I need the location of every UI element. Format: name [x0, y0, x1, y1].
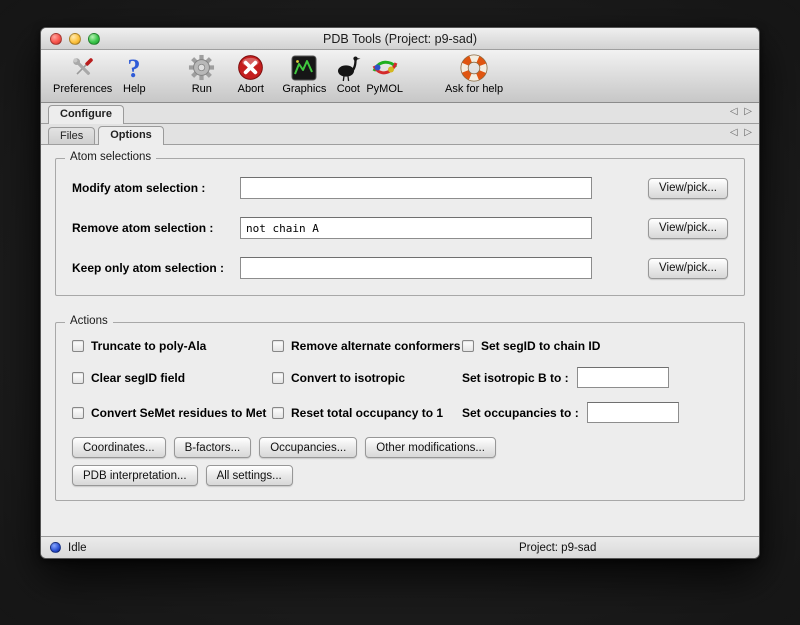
- graphics-label: Graphics: [282, 83, 326, 95]
- tools-icon: [69, 53, 97, 82]
- convert-semet-checkbox-item: Convert SeMet residues to Met: [72, 402, 272, 423]
- ask-for-help-label: Ask for help: [445, 83, 503, 95]
- coot-bird-icon: [334, 53, 362, 82]
- pymol-icon: [371, 53, 399, 82]
- all-settings-button[interactable]: All settings...: [206, 465, 293, 486]
- project-label: Project: p9-sad: [519, 542, 596, 554]
- remove-atom-selection-row: Remove atom selection : View/pick...: [72, 211, 728, 245]
- close-button[interactable]: [50, 33, 62, 45]
- status-bar: Idle Project: p9-sad: [41, 536, 759, 558]
- set-segid-to-chain-id-checkbox-item: Set segID to chain ID: [462, 339, 728, 353]
- svg-text:?: ?: [128, 54, 141, 82]
- abort-label: Abort: [238, 83, 264, 95]
- preferences-button[interactable]: Preferences: [53, 53, 112, 95]
- abort-button[interactable]: Abort: [237, 53, 264, 95]
- other-modifications-button[interactable]: Other modifications...: [365, 437, 496, 458]
- set-occupancies-label: Set occupancies to :: [462, 406, 579, 420]
- truncate-poly-ala-label: Truncate to poly-Ala: [91, 339, 206, 353]
- coot-label: Coot: [337, 83, 360, 95]
- clear-segid-field-checkbox[interactable]: [72, 372, 84, 384]
- toolbar: Preferences ? Help: [41, 50, 759, 103]
- help-icon: ?: [120, 53, 148, 82]
- title-bar: PDB Tools (Project: p9-sad): [41, 28, 759, 50]
- keep-only-atom-selection-label: Keep only atom selection :: [72, 261, 240, 275]
- set-isotropic-b-field-item: Set isotropic B to :: [462, 367, 728, 388]
- occupancies-button[interactable]: Occupancies...: [259, 437, 357, 458]
- convert-to-isotropic-label: Convert to isotropic: [291, 371, 405, 385]
- pdb-interpretation-button[interactable]: PDB interpretation...: [72, 465, 198, 486]
- set-isotropic-b-label: Set isotropic B to :: [462, 371, 569, 385]
- files-options-tab-bar: Files Options ◁ ▷: [41, 124, 759, 145]
- window-title: PDB Tools (Project: p9-sad): [323, 32, 477, 46]
- reset-total-occupancy-checkbox-item: Reset total occupancy to 1: [272, 402, 462, 423]
- help-button[interactable]: ? Help: [120, 53, 148, 95]
- actions-grid: Truncate to poly-Ala Remove alternate co…: [72, 339, 728, 423]
- tab-files[interactable]: Files: [48, 127, 95, 144]
- set-occupancies-input[interactable]: [587, 402, 679, 423]
- modify-atom-selection-row: Modify atom selection : View/pick...: [72, 171, 728, 205]
- set-isotropic-b-input[interactable]: [577, 367, 669, 388]
- configure-tab-bar: Configure ◁ ▷: [41, 103, 759, 124]
- clear-segid-field-checkbox-item: Clear segID field: [72, 367, 272, 388]
- run-label: Run: [192, 83, 212, 95]
- keep-only-atom-selection-row: Keep only atom selection : View/pick...: [72, 251, 728, 285]
- reset-total-occupancy-label: Reset total occupancy to 1: [291, 406, 443, 420]
- b-factors-button[interactable]: B-factors...: [174, 437, 252, 458]
- actions-group: Actions Truncate to poly-Ala Remove alte…: [55, 322, 745, 501]
- modify-atom-selection-label: Modify atom selection :: [72, 181, 240, 195]
- pymol-button[interactable]: PyMOL: [366, 53, 403, 95]
- keep-only-atom-selection-input[interactable]: [240, 257, 592, 279]
- lifebuoy-icon: [460, 53, 488, 82]
- graphics-icon: [291, 53, 317, 82]
- actions-group-title: Actions: [65, 315, 113, 327]
- atom-selections-group: Atom selections Modify atom selection : …: [55, 158, 745, 296]
- remove-atom-selection-label: Remove atom selection :: [72, 221, 240, 235]
- set-segid-to-chain-id-label: Set segID to chain ID: [481, 339, 600, 353]
- pymol-label: PyMOL: [366, 83, 403, 95]
- keep-only-view-pick-button[interactable]: View/pick...: [648, 258, 728, 279]
- remove-atom-selection-input[interactable]: [240, 217, 592, 239]
- pdb-tools-window: PDB Tools (Project: p9-sad) Preferenc: [40, 27, 760, 559]
- tab-configure[interactable]: Configure: [48, 105, 124, 124]
- run-button[interactable]: Run: [188, 53, 215, 95]
- zoom-button[interactable]: [88, 33, 100, 45]
- preferences-label: Preferences: [53, 83, 112, 95]
- remove-alternate-conformers-checkbox-item: Remove alternate conformers: [272, 339, 462, 353]
- status-text: Idle: [68, 542, 87, 554]
- remove-alternate-conformers-label: Remove alternate conformers: [291, 339, 460, 353]
- clear-segid-field-label: Clear segID field: [91, 371, 185, 385]
- modify-view-pick-button[interactable]: View/pick...: [648, 178, 728, 199]
- set-occupancies-field-item: Set occupancies to :: [462, 402, 728, 423]
- actions-buttons-row-1: Coordinates... B-factors... Occupancies.…: [72, 437, 728, 458]
- convert-semet-checkbox[interactable]: [72, 407, 84, 419]
- coordinates-button[interactable]: Coordinates...: [72, 437, 166, 458]
- tab-scroll-right-icon[interactable]: ▷: [744, 106, 752, 117]
- convert-semet-label: Convert SeMet residues to Met: [91, 406, 266, 420]
- convert-to-isotropic-checkbox-item: Convert to isotropic: [272, 367, 462, 388]
- tab-scroll-left-icon[interactable]: ◁: [730, 106, 738, 117]
- abort-icon: [237, 53, 264, 82]
- convert-to-isotropic-checkbox[interactable]: [272, 372, 284, 384]
- modify-atom-selection-input[interactable]: [240, 177, 592, 199]
- remove-view-pick-button[interactable]: View/pick...: [648, 218, 728, 239]
- reset-total-occupancy-checkbox[interactable]: [272, 407, 284, 419]
- set-segid-to-chain-id-checkbox[interactable]: [462, 340, 474, 352]
- ask-for-help-button[interactable]: Ask for help: [445, 53, 503, 95]
- tab-scroll-right-icon[interactable]: ▷: [744, 127, 752, 138]
- graphics-button[interactable]: Graphics: [282, 53, 326, 95]
- tab-options[interactable]: Options: [98, 126, 164, 145]
- remove-alternate-conformers-checkbox[interactable]: [272, 340, 284, 352]
- atom-selections-group-title: Atom selections: [65, 151, 156, 163]
- gear-icon: [188, 53, 215, 82]
- truncate-poly-ala-checkbox[interactable]: [72, 340, 84, 352]
- help-label: Help: [123, 83, 146, 95]
- actions-buttons-row-2: PDB interpretation... All settings...: [72, 465, 728, 486]
- minimize-button[interactable]: [69, 33, 81, 45]
- status-indicator: [50, 542, 61, 553]
- tab-scroll-left-icon[interactable]: ◁: [730, 127, 738, 138]
- truncate-poly-ala-checkbox-item: Truncate to poly-Ala: [72, 339, 272, 353]
- coot-button[interactable]: Coot: [334, 53, 362, 95]
